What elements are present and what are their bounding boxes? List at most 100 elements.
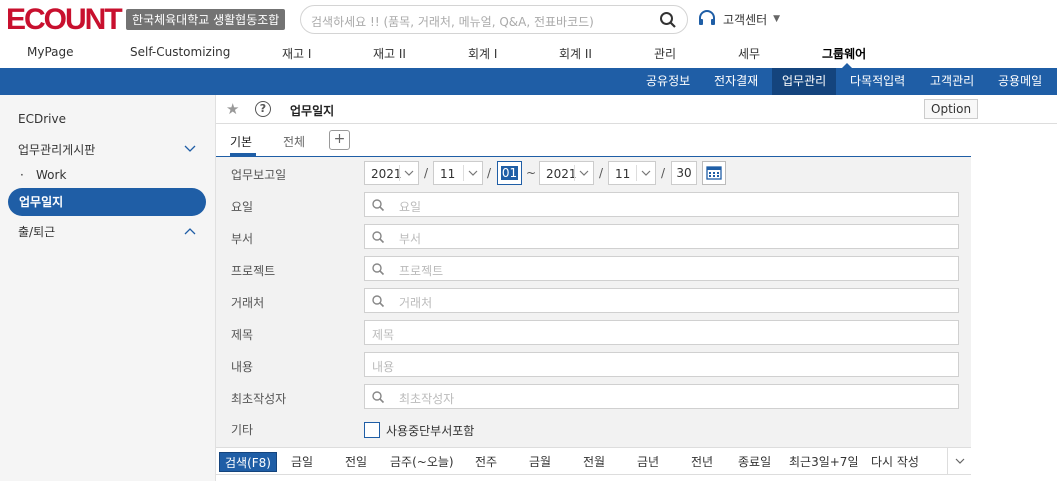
this-month-button[interactable]: 금월 — [529, 452, 551, 472]
author-label: 최초작성자 — [231, 392, 287, 406]
to-year-value: 2021 — [546, 167, 577, 181]
search-icon[interactable] — [371, 262, 385, 276]
menu-management[interactable]: 관리 — [654, 45, 676, 62]
submenu-work-management[interactable]: 업무관리 — [772, 68, 837, 95]
search-icon[interactable] — [371, 294, 385, 308]
include-inactive-dept-label[interactable]: 사용중단부서포함 — [386, 422, 474, 439]
department-input[interactable]: 부서 — [364, 224, 959, 249]
to-month-select[interactable]: 11 — [608, 161, 656, 185]
option-button[interactable]: Option — [924, 99, 979, 119]
chevron-up-icon[interactable] — [184, 227, 196, 235]
author-input[interactable]: 최초작성자 — [364, 384, 959, 409]
search-icon[interactable] — [371, 198, 385, 212]
weekday-input[interactable]: 요일 — [364, 192, 959, 217]
today-button[interactable]: 금일 — [291, 452, 313, 472]
select-divider — [463, 165, 464, 181]
search-form: 업무보고일 2021 / 11 / 01 ~ 2021 / 11 / 30 요일… — [216, 157, 971, 447]
sidebar-item-work-board[interactable]: 업무관리게시판 — [18, 141, 95, 158]
calendar-button[interactable] — [702, 161, 726, 185]
chevron-down-icon[interactable] — [184, 145, 196, 153]
submenu-e-approval[interactable]: 전자결재 — [704, 68, 768, 95]
content-input[interactable]: 내용 — [364, 352, 959, 377]
sidebar-item-work[interactable]: Work — [36, 168, 66, 182]
this-year-button[interactable]: 금년 — [637, 452, 659, 472]
search-placeholder: 검색하세요 !! (품목, 거래처, 메뉴얼, Q&A, 전표바코드) — [311, 15, 594, 29]
to-year-select[interactable]: 2021 — [539, 161, 594, 185]
search-f8-button[interactable]: 검색(F8) — [219, 452, 277, 472]
sidebar: ECDrive 업무관리게시판 · Work 업무일지 출/퇴근 — [0, 95, 216, 481]
active-tab-underline — [230, 153, 256, 156]
quick-search-bar: 검색(F8) 금일 전일 금주(~오늘) 전주 금월 전월 금년 전년 종료일 … — [216, 447, 971, 475]
tab-basic[interactable]: 기본 — [230, 133, 252, 150]
department-label: 부서 — [231, 232, 254, 246]
last-week-button[interactable]: 전주 — [475, 452, 497, 472]
menu-accounting-2[interactable]: 회계 II — [559, 45, 592, 62]
headset-icon — [699, 10, 715, 25]
weekday-label: 요일 — [231, 200, 254, 214]
project-placeholder: 프로젝트 — [399, 264, 444, 278]
sub-menu-bar: 공유정보 전자결재 업무관리 다목적입력 고객관리 공용메일 — [0, 68, 1057, 95]
project-label: 프로젝트 — [231, 264, 276, 278]
quick-bar-divider — [947, 448, 948, 474]
project-input[interactable]: 프로젝트 — [364, 256, 959, 281]
chevron-down-icon[interactable] — [955, 458, 965, 465]
date-range-separator: ~ — [526, 166, 537, 180]
from-month-value: 11 — [440, 167, 456, 181]
submenu-shared-mail[interactable]: 공용메일 — [988, 68, 1052, 95]
from-month-select[interactable]: 11 — [433, 161, 483, 185]
select-divider — [574, 165, 575, 181]
from-day-input[interactable]: 01 — [497, 161, 522, 185]
to-day-input[interactable]: 30 — [671, 161, 697, 185]
menu-accounting-1[interactable]: 회계 I — [468, 45, 497, 62]
submenu-multipurpose-input[interactable]: 다목적입력 — [840, 68, 915, 95]
search-icon[interactable] — [659, 11, 677, 29]
menu-self-customizing[interactable]: Self-Customizing — [130, 45, 230, 59]
reset-button[interactable]: 다시 작성 — [871, 452, 919, 472]
date-label: 업무보고일 — [231, 168, 287, 182]
from-year-value: 2021 — [371, 167, 402, 181]
sidebar-item-attendance[interactable]: 출/퇴근 — [18, 223, 55, 240]
chevron-down-icon — [579, 170, 589, 176]
add-tab-button[interactable]: + — [329, 130, 350, 150]
other-label: 기타 — [231, 423, 254, 437]
search-icon[interactable] — [371, 230, 385, 244]
submenu-shared-info[interactable]: 공유정보 — [636, 68, 700, 95]
menu-inventory-1[interactable]: 재고 I — [282, 45, 311, 62]
include-inactive-dept-checkbox[interactable] — [364, 422, 380, 438]
page-header: ★ ? 업무일지 Option — [216, 95, 1057, 124]
chevron-down-icon — [404, 170, 414, 176]
end-date-button[interactable]: 종료일 — [738, 452, 771, 472]
weekday-placeholder: 요일 — [399, 200, 422, 214]
star-icon[interactable]: ★ — [226, 100, 239, 118]
submenu-customer-management[interactable]: 고객관리 — [920, 68, 984, 95]
global-search-input[interactable]: 검색하세요 !! (품목, 거래처, 메뉴얼, Q&A, 전표바코드) — [300, 5, 688, 34]
sidebar-item-work-diary[interactable]: 업무일지 — [8, 188, 206, 216]
menu-groupware[interactable]: 그룹웨어 — [822, 45, 866, 62]
customer-input[interactable]: 거래처 — [364, 288, 959, 313]
customer-center-menu[interactable]: 고객센터 ▼ — [697, 9, 780, 29]
search-icon[interactable] — [371, 390, 385, 404]
last-month-button[interactable]: 전월 — [583, 452, 605, 472]
search-tabs: 기본 전체 + — [216, 125, 971, 157]
last-year-button[interactable]: 전년 — [691, 452, 713, 472]
menu-mypage[interactable]: MyPage — [27, 45, 74, 59]
help-icon[interactable]: ? — [255, 101, 271, 117]
menu-inventory-2[interactable]: 재고 II — [373, 45, 406, 62]
yesterday-button[interactable]: 전일 — [345, 452, 367, 472]
recent-days-button[interactable]: 최근3일+7일 — [789, 452, 859, 472]
sidebar-bullet: · — [20, 168, 24, 182]
sidebar-item-ecdrive[interactable]: ECDrive — [18, 112, 66, 126]
from-year-select[interactable]: 2021 — [364, 161, 419, 185]
subject-input[interactable]: 제목 — [364, 320, 959, 345]
chevron-down-icon — [641, 170, 651, 176]
this-week-button[interactable]: 금주(~오늘) — [390, 452, 454, 472]
menu-tax[interactable]: 세무 — [738, 45, 760, 62]
tab-all[interactable]: 전체 — [283, 133, 305, 150]
content-label: 내용 — [231, 360, 254, 374]
chevron-down-icon — [468, 170, 478, 176]
ecount-logo[interactable]: ECOUNT — [6, 5, 123, 35]
to-month-value: 11 — [615, 167, 631, 181]
department-placeholder: 부서 — [399, 232, 422, 246]
select-divider — [636, 165, 637, 181]
content-placeholder: 내용 — [372, 360, 395, 374]
